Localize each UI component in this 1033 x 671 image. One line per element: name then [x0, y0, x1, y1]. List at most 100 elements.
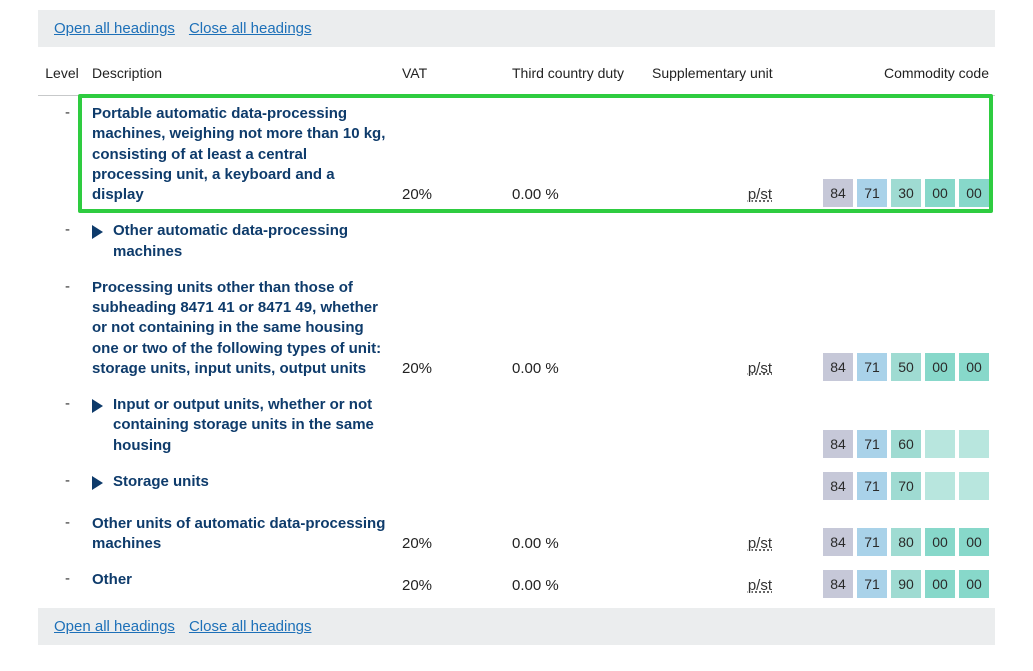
description-cell: Other	[86, 562, 396, 604]
expand-icon[interactable]	[92, 399, 103, 413]
level-cell: -	[38, 464, 86, 506]
supplementary-unit[interactable]: p/st	[748, 186, 772, 203]
open-all-headings-link[interactable]: Open all headings	[54, 20, 175, 37]
expand-icon[interactable]	[92, 476, 103, 490]
duty-cell	[506, 213, 646, 270]
commodity-code-segment: 00	[925, 353, 955, 381]
expand-icon[interactable]	[92, 225, 103, 239]
description-link[interactable]: Processing units other than those of sub…	[92, 278, 390, 379]
commodity-code-segment: 84	[823, 570, 853, 598]
commodity-code-segment: 84	[823, 179, 853, 207]
commodity-code-cell: 8471800000	[786, 506, 995, 563]
commodity-code-cell: 847160	[786, 387, 995, 464]
supp-cell: p/st	[646, 562, 786, 604]
vat-cell: 20%	[396, 96, 506, 214]
description-link[interactable]: Other automatic data-processing machines	[113, 221, 390, 262]
duty-cell: 0.00 %	[506, 96, 646, 214]
tariff-table: Level Description VAT Third country duty…	[38, 47, 995, 604]
table-body: -Portable automatic data-processing mach…	[38, 96, 995, 605]
supplementary-unit[interactable]: p/st	[748, 360, 772, 377]
column-header-supp: Supplementary unit	[646, 47, 786, 96]
commodity-code-segment: 71	[857, 570, 887, 598]
description-cell: Other units of automatic data-processing…	[86, 506, 396, 563]
level-cell: -	[38, 562, 86, 604]
commodity-code-segment: 00	[925, 570, 955, 598]
column-header-level: Level	[38, 47, 86, 96]
vat-cell	[396, 387, 506, 464]
supp-cell	[646, 464, 786, 506]
commodity-code-segment: 71	[857, 353, 887, 381]
duty-cell: 0.00 %	[506, 562, 646, 604]
close-all-headings-link-bottom[interactable]: Close all headings	[189, 618, 312, 635]
description-link[interactable]: Other units of automatic data-processing…	[92, 514, 390, 555]
level-cell: -	[38, 96, 86, 214]
commodity-code-segment: 00	[959, 570, 989, 598]
commodity-code-segment	[925, 430, 955, 458]
level-cell: -	[38, 387, 86, 464]
table-row: -Processing units other than those of su…	[38, 270, 995, 387]
supplementary-unit[interactable]: p/st	[748, 577, 772, 594]
commodity-code-segment: 00	[959, 179, 989, 207]
commodity-code-cell: 8471300000	[786, 96, 995, 214]
description-link[interactable]: Storage units	[113, 472, 209, 492]
commodity-code-cell: 847170	[786, 464, 995, 506]
commodity-code-segment: 84	[823, 472, 853, 500]
commodity-code-cell	[786, 213, 995, 270]
table-row: - Storage units 847170	[38, 464, 995, 506]
commodity-code-segment: 70	[891, 472, 921, 500]
table-row: -Portable automatic data-processing mach…	[38, 96, 995, 214]
commodity-code-segment: 71	[857, 430, 887, 458]
commodity-code: 8471300000	[823, 179, 989, 207]
column-header-duty: Third country duty	[506, 47, 646, 96]
level-cell: -	[38, 270, 86, 387]
level-cell: -	[38, 213, 86, 270]
vat-cell: 20%	[396, 506, 506, 563]
duty-cell: 0.00 %	[506, 506, 646, 563]
commodity-code-segment: 84	[823, 353, 853, 381]
commodity-code-segment: 00	[925, 528, 955, 556]
supp-cell: p/st	[646, 96, 786, 214]
commodity-code-segment: 50	[891, 353, 921, 381]
top-controls-bar: Open all headings Close all headings	[38, 10, 995, 47]
commodity-code-segment: 71	[857, 528, 887, 556]
description-cell: Processing units other than those of sub…	[86, 270, 396, 387]
close-all-headings-link[interactable]: Close all headings	[189, 20, 312, 37]
commodity-code: 8471800000	[823, 528, 989, 556]
description-cell: Storage units	[86, 464, 396, 506]
commodity-code-segment: 71	[857, 472, 887, 500]
description-cell: Input or output units, whether or not co…	[86, 387, 396, 464]
description-link[interactable]: Input or output units, whether or not co…	[113, 395, 390, 456]
vat-cell	[396, 213, 506, 270]
commodity-code-segment: 90	[891, 570, 921, 598]
commodity-code-segment: 84	[823, 528, 853, 556]
tariff-table-container: Level Description VAT Third country duty…	[38, 47, 995, 604]
vat-cell: 20%	[396, 562, 506, 604]
description-link[interactable]: Portable automatic data-processing machi…	[92, 104, 390, 205]
commodity-code-segment: 00	[925, 179, 955, 207]
duty-cell: 0.00 %	[506, 270, 646, 387]
supp-cell: p/st	[646, 270, 786, 387]
commodity-code-segment: 30	[891, 179, 921, 207]
table-row: -Other units of automatic data-processin…	[38, 506, 995, 563]
level-cell: -	[38, 506, 86, 563]
commodity-code-segment	[959, 472, 989, 500]
bottom-controls-bar: Open all headings Close all headings	[38, 608, 995, 645]
duty-cell	[506, 464, 646, 506]
commodity-code-segment: 80	[891, 528, 921, 556]
vat-cell	[396, 464, 506, 506]
commodity-code: 8471500000	[823, 353, 989, 381]
table-row: -Other20%0.00 %p/st8471900000	[38, 562, 995, 604]
commodity-code: 847160	[823, 430, 989, 458]
commodity-code-segment: 71	[857, 179, 887, 207]
commodity-code-segment	[959, 430, 989, 458]
column-header-vat: VAT	[396, 47, 506, 96]
supplementary-unit[interactable]: p/st	[748, 535, 772, 552]
commodity-code-segment	[925, 472, 955, 500]
description-link[interactable]: Other	[92, 570, 132, 590]
description-cell: Portable automatic data-processing machi…	[86, 96, 396, 214]
open-all-headings-link-bottom[interactable]: Open all headings	[54, 618, 175, 635]
description-cell: Other automatic data-processing machines	[86, 213, 396, 270]
commodity-code-cell: 8471500000	[786, 270, 995, 387]
duty-cell	[506, 387, 646, 464]
supp-cell: p/st	[646, 506, 786, 563]
